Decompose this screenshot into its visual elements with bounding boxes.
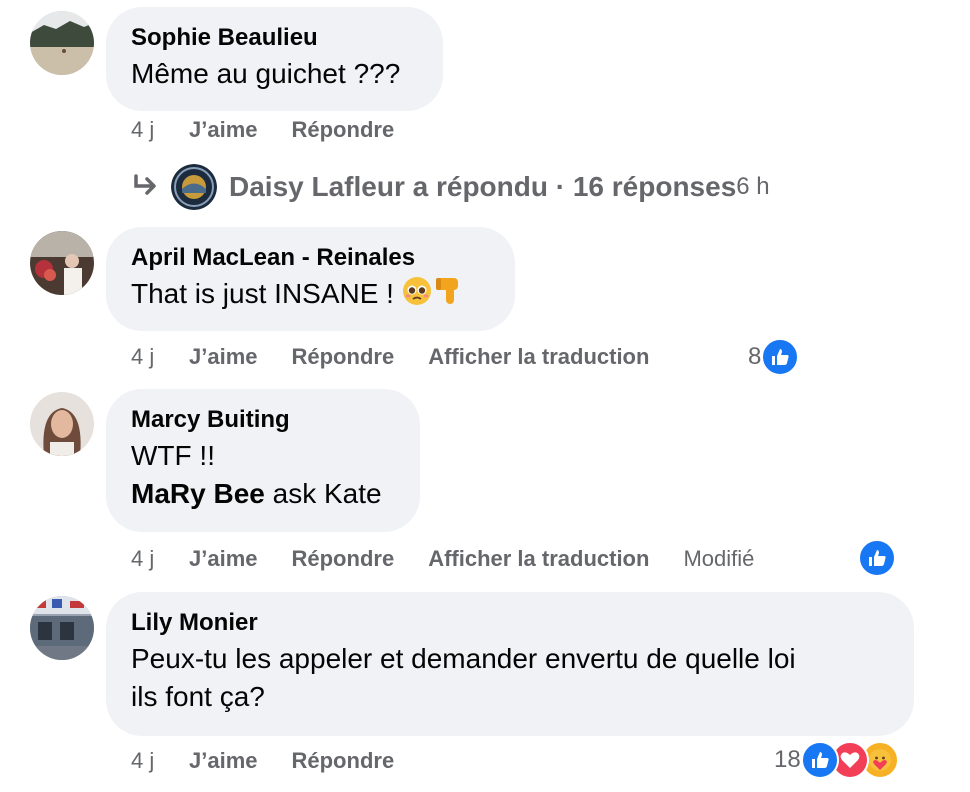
- comment-bubble: Sophie Beaulieu Même au guichet ???: [106, 7, 443, 111]
- reply-action[interactable]: Répondre: [292, 748, 395, 774]
- replies-time: 6 h: [736, 173, 770, 200]
- comment-time[interactable]: 4 j: [131, 117, 189, 143]
- comment-actions: 4 j J’aime Répondre: [131, 743, 428, 779]
- avatar-lily-monier[interactable]: [30, 596, 94, 660]
- comment-time[interactable]: 4 j: [131, 748, 189, 774]
- comment-text-content: That is just INSANE !: [131, 278, 402, 309]
- reaction-summary[interactable]: 18: [774, 741, 899, 779]
- comment-actions: 4 j J’aime Répondre Afficher la traducti…: [131, 541, 754, 577]
- reply-action[interactable]: Répondre: [292, 546, 395, 572]
- comment-actions: 4 j J’aime Répondre Afficher la traducti…: [131, 339, 683, 375]
- avatar-april-maclean[interactable]: [30, 231, 94, 295]
- comment-author[interactable]: Lily Monier: [131, 606, 890, 640]
- comment-text-line2: ils font ça?: [131, 681, 265, 712]
- reaction-count: 8: [748, 343, 762, 370]
- comment-bubble: April MacLean - Reinales That is just IN…: [106, 227, 515, 331]
- reaction-summary[interactable]: [858, 539, 896, 577]
- comment-text-rest: ask Kate: [264, 478, 382, 509]
- avatar-sophie-beaulieu[interactable]: [30, 11, 94, 75]
- like-icon: [761, 338, 800, 376]
- comment-author[interactable]: Marcy Buiting: [131, 403, 396, 437]
- reaction-summary[interactable]: 8: [748, 338, 800, 376]
- like-action[interactable]: J’aime: [189, 117, 258, 143]
- translate-action[interactable]: Afficher la traduction: [428, 344, 649, 370]
- view-replies-link[interactable]: Daisy Lafleur a répondu · 16 réponses 6 …: [133, 164, 770, 210]
- comment-text: Même au guichet ???: [131, 58, 401, 89]
- translate-action[interactable]: Afficher la traduction: [428, 546, 649, 572]
- like-action[interactable]: J’aime: [189, 546, 258, 572]
- comment-text: That is just INSANE !: [131, 275, 491, 316]
- like-action[interactable]: J’aime: [189, 748, 258, 774]
- comment-bubble: Lily Monier Peux-tu les appeler et deman…: [106, 592, 914, 736]
- like-action[interactable]: J’aime: [189, 344, 258, 370]
- mention-link[interactable]: MaRy Bee: [131, 478, 265, 509]
- comment-time[interactable]: 4 j: [131, 546, 189, 572]
- like-icon: [800, 741, 839, 779]
- reply-action[interactable]: Répondre: [292, 344, 395, 370]
- comment-time[interactable]: 4 j: [131, 344, 189, 370]
- comment-text-line2: MaRy Bee ask Kate: [131, 475, 396, 513]
- pleading-face-icon: [402, 276, 432, 316]
- reply-arrow-icon: [133, 171, 159, 203]
- comment-actions: 4 j J’aime Répondre: [131, 112, 428, 148]
- replies-summary[interactable]: Daisy Lafleur a répondu · 16 réponses: [229, 171, 736, 203]
- comment-author[interactable]: April MacLean - Reinales: [131, 241, 491, 275]
- comment-author[interactable]: Sophie Beaulieu: [131, 21, 419, 55]
- thumbs-down-icon: [434, 276, 460, 316]
- like-icon: [858, 539, 896, 577]
- reaction-count: 18: [774, 746, 801, 773]
- comment-text: Peux-tu les appeler et demander envertu …: [131, 643, 796, 674]
- reply-avatar: [171, 164, 217, 210]
- comment-text: WTF !!: [131, 440, 215, 471]
- edited-label[interactable]: Modifié: [683, 546, 754, 572]
- reply-action[interactable]: Répondre: [292, 117, 395, 143]
- comment-bubble: Marcy Buiting WTF !! MaRy Bee ask Kate: [106, 389, 420, 532]
- avatar-marcy-buiting[interactable]: [30, 392, 94, 456]
